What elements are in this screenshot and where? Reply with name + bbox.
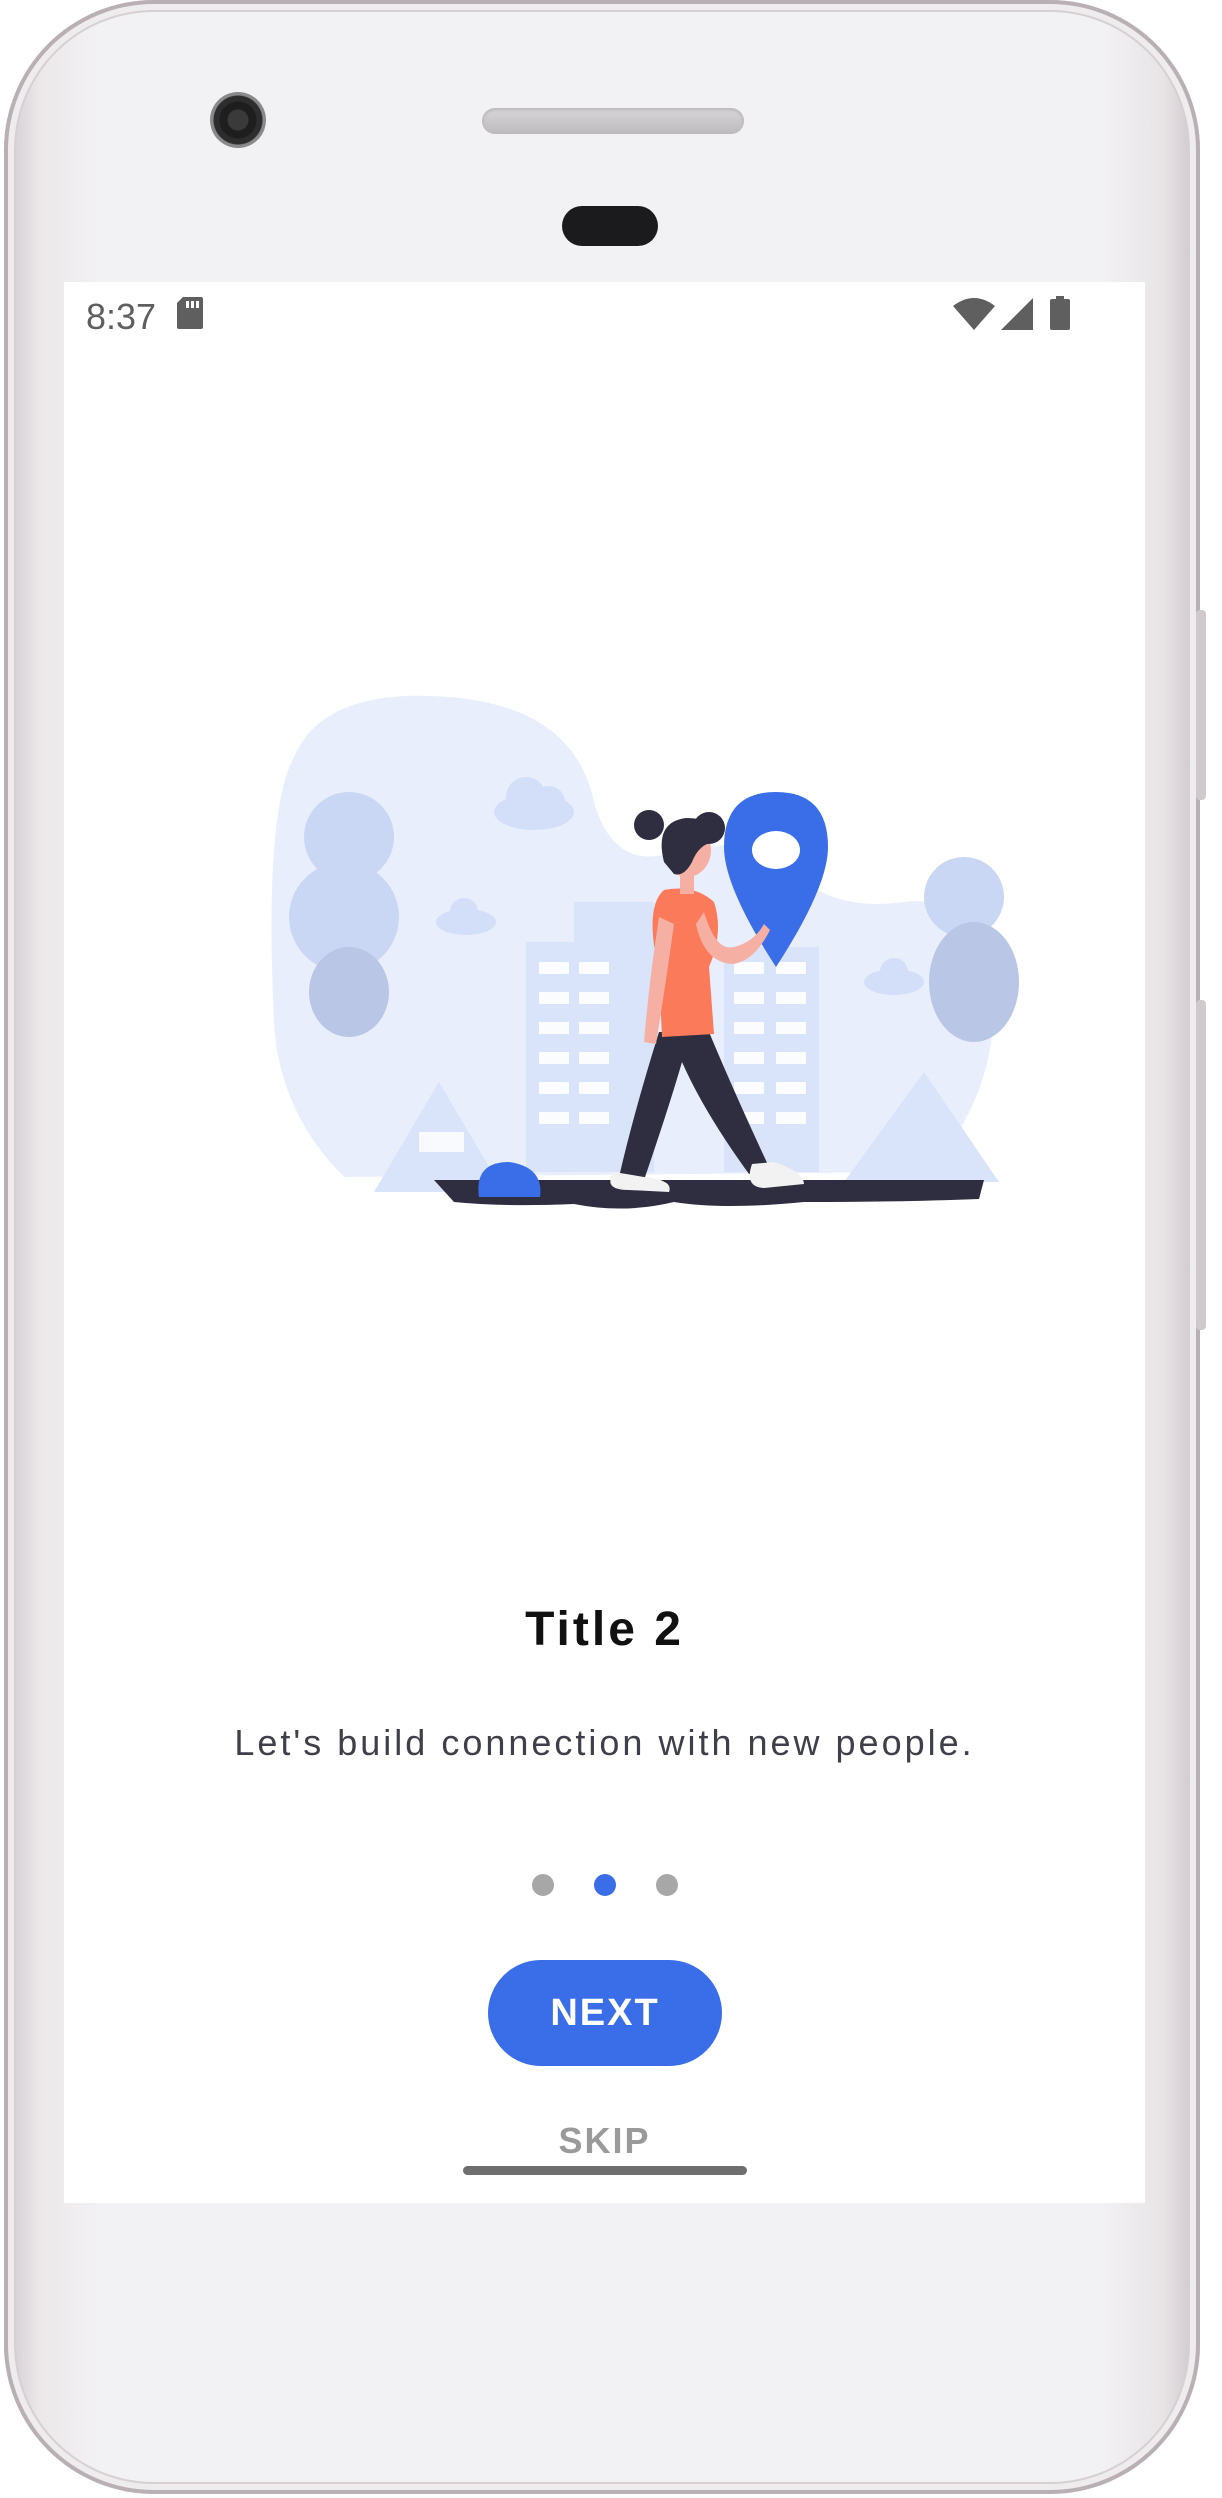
front-camera-icon [210, 92, 266, 148]
page-dot-3[interactable] [655, 1874, 678, 1896]
earpiece-speaker [482, 108, 744, 134]
onboarding-illustration [271, 695, 1019, 1209]
app-screen: 8:37 Title 2 Let's build connection with… [64, 282, 1145, 2203]
wifi-icon [953, 298, 995, 330]
status-bar: 8:37 [64, 282, 1145, 348]
onboarding-subtitle: Let's build connection with new people. [234, 1722, 975, 1763]
page-dot-2[interactable] [593, 1874, 616, 1896]
phone-chin [68, 2205, 1148, 2435]
onboarding-title: Title 2 [525, 1603, 684, 1656]
page-dot-1[interactable] [531, 1874, 554, 1896]
signal-icon [1001, 298, 1033, 330]
power-button [1196, 610, 1206, 800]
gesture-nav-handle[interactable] [463, 2166, 747, 2175]
next-button[interactable]: NEXT [488, 1960, 722, 2066]
skip-button[interactable]: SKIP [64, 2120, 1145, 2162]
status-time: 8:37 [86, 296, 157, 337]
sd-card-icon [177, 297, 203, 329]
page-indicator [64, 1874, 1145, 1896]
volume-button [1196, 1000, 1206, 1330]
battery-icon [1050, 296, 1070, 330]
proximity-sensor [562, 206, 658, 246]
